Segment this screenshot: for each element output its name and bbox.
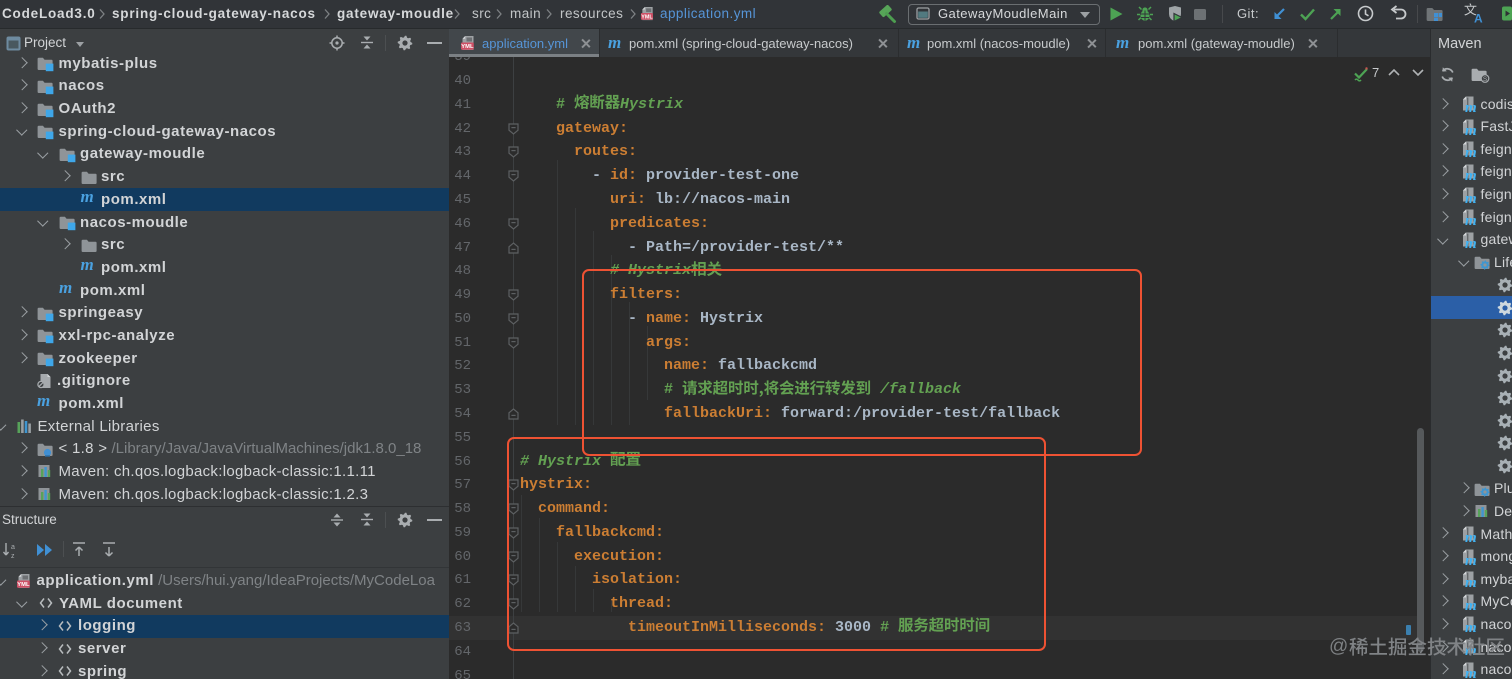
svg-text:YML: YML (17, 582, 30, 588)
svg-text:A: A (1474, 12, 1483, 25)
svg-text:m: m (1464, 575, 1476, 591)
svg-text:m: m (1464, 598, 1476, 614)
svg-text:m: m (1464, 620, 1476, 636)
svg-text:m: m (1464, 100, 1476, 116)
svg-text:a: a (11, 544, 15, 551)
svg-text:m: m (1464, 530, 1476, 546)
svg-text:YML: YML (641, 14, 653, 20)
svg-text:m: m (1464, 553, 1476, 569)
svg-text:m: m (1464, 123, 1476, 139)
svg-text:m: m (1464, 145, 1476, 161)
svg-text:m: m (1464, 236, 1476, 252)
svg-text:m: m (1464, 213, 1476, 229)
svg-text:YML: YML (461, 44, 474, 50)
svg-text:m: m (1464, 191, 1476, 207)
svg-text:z: z (11, 553, 15, 559)
svg-text:m: m (1464, 168, 1476, 184)
svg-text:S: S (1483, 76, 1488, 83)
svg-text:m: m (1464, 666, 1476, 679)
